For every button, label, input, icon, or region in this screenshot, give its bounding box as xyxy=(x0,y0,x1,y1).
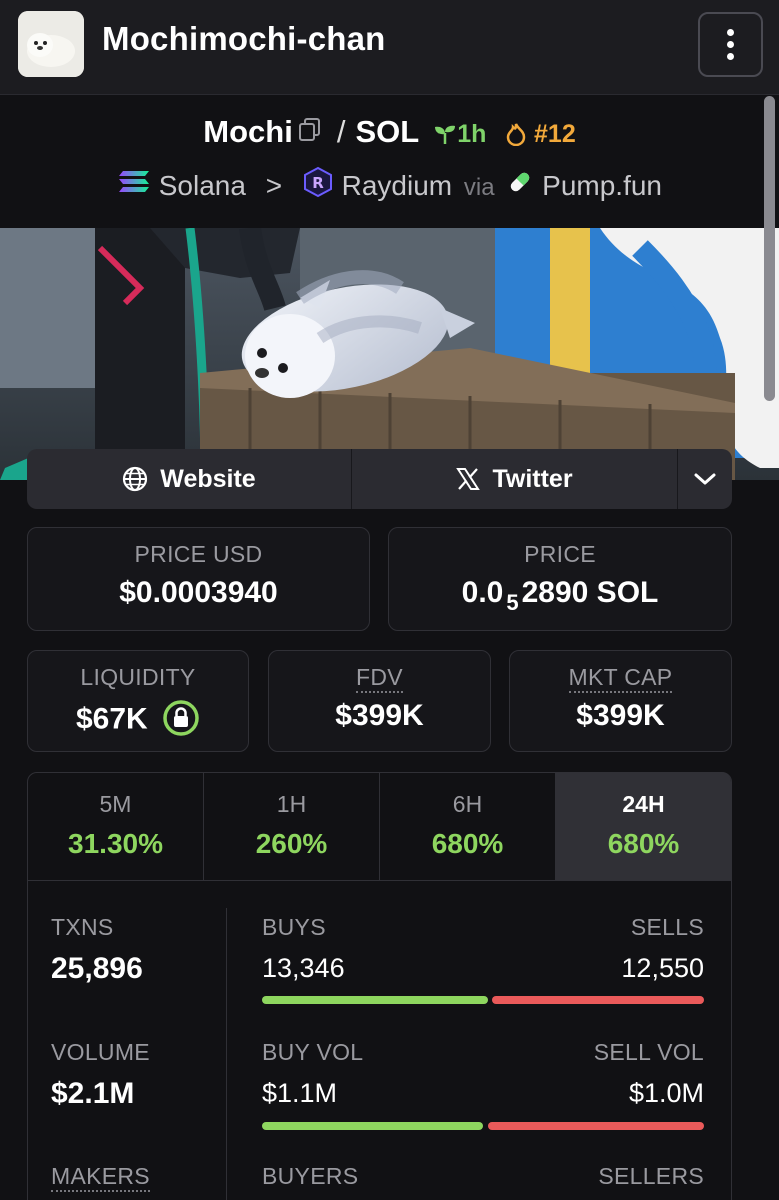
volume-label: VOLUME xyxy=(51,1039,150,1065)
timeframe-label: 5M xyxy=(99,791,132,817)
timeframe-tab-24h[interactable]: 24H 680% xyxy=(556,772,731,880)
sells-value: 12,550 xyxy=(621,953,704,983)
dex-name[interactable]: Raydium xyxy=(342,170,452,201)
chain-name[interactable]: Solana xyxy=(159,170,246,201)
pair-line: Mochi / SOL 1h #12 xyxy=(0,114,779,154)
buyers-label: BUYERS xyxy=(262,1163,359,1189)
timeframe-label: 1H xyxy=(276,791,307,817)
price-sol-card: PRICE 0.0 5 2890 SOL xyxy=(388,527,732,631)
pill-icon xyxy=(506,168,534,203)
page-scrollbar[interactable] xyxy=(764,96,775,401)
sellers-label: SELLERS xyxy=(598,1163,704,1189)
chain-line: Solana > R Raydium via Pump.fun xyxy=(0,166,779,209)
raydium-icon: R xyxy=(302,166,334,205)
price-usd-value: $0.0003940 xyxy=(119,576,278,609)
svg-text:R: R xyxy=(312,174,324,192)
timeframe-change: 680% xyxy=(607,828,680,859)
pair-info: Mochi / SOL 1h #12 Solana > R Raydium via … xyxy=(0,96,779,228)
sprout-icon xyxy=(435,125,456,144)
fdv-card: FDV $399K xyxy=(268,650,491,752)
x-logo-icon xyxy=(456,468,481,490)
via-label: via xyxy=(463,173,495,201)
liquidity-card: LIQUIDITY $67K xyxy=(27,650,249,752)
market-cap-label[interactable]: MKT CAP xyxy=(568,664,673,693)
market-cap-card: MKT CAP $399K xyxy=(509,650,732,752)
launchpad-name[interactable]: Pump.fun xyxy=(542,170,662,201)
buys-value: 13,346 xyxy=(262,953,345,983)
timeframe-change: 260% xyxy=(255,828,328,859)
fdv-value: $399K xyxy=(335,699,424,732)
buy-volume-value: $1.1M xyxy=(262,1078,338,1108)
liquidity-label: LIQUIDITY xyxy=(80,664,196,690)
quote-symbol: SOL xyxy=(355,114,419,150)
solana-icon xyxy=(117,168,151,203)
stats-column-divider xyxy=(226,908,227,1200)
social-links-bar: Website Twitter xyxy=(27,449,732,509)
trending-rank: #12 xyxy=(505,120,576,148)
liquidity-value: $67K xyxy=(28,699,248,742)
timeframe-tab-1h[interactable]: 1H 260% xyxy=(204,772,380,880)
price-sol-value: 0.0 5 2890 SOL xyxy=(461,576,659,615)
timeframe-tab-5m[interactable]: 5M 31.30% xyxy=(28,772,204,880)
price-usd-card: PRICE USD $0.0003940 xyxy=(27,527,370,631)
token-avatar xyxy=(18,11,84,77)
txns-value: 25,896 xyxy=(51,952,143,985)
sells-label: SELLS xyxy=(630,914,704,940)
globe-icon xyxy=(123,466,148,492)
chevron-right-icon: > xyxy=(265,169,283,201)
website-button[interactable]: Website xyxy=(27,449,352,509)
price-usd-label: PRICE USD xyxy=(134,541,263,567)
buys-ratio-bar xyxy=(262,996,488,1004)
price-sol-label: PRICE xyxy=(524,541,596,567)
buy-volume-label: BUY VOL xyxy=(262,1039,364,1065)
volume-value: $2.1M xyxy=(51,1077,135,1110)
timeframe-label: 24H xyxy=(622,791,665,817)
makers-label[interactable]: MAKERS xyxy=(51,1163,150,1192)
token-name-title: Mochimochi-chan xyxy=(102,20,386,57)
timeframe-label: 6H xyxy=(452,791,483,817)
lock-icon xyxy=(163,700,199,736)
timeframe-change: 31.30% xyxy=(68,828,163,859)
buy-volume-ratio-bar xyxy=(262,1122,483,1130)
pair-age: 1h xyxy=(433,120,486,148)
pair-separator: / xyxy=(336,114,346,150)
copy-icon[interactable] xyxy=(298,114,321,150)
market-cap-value: $399K xyxy=(576,699,665,732)
app-header: Mochimochi-chan xyxy=(0,0,779,95)
sells-ratio-bar xyxy=(492,996,704,1004)
buys-label: BUYS xyxy=(262,914,326,940)
website-label: Website xyxy=(160,464,256,493)
twitter-button[interactable]: Twitter xyxy=(352,449,678,509)
base-symbol: Mochi xyxy=(203,114,293,150)
stats-divider xyxy=(28,880,731,881)
sell-volume-label: SELL VOL xyxy=(593,1039,704,1065)
fdv-label[interactable]: FDV xyxy=(356,664,403,693)
flame-icon xyxy=(506,123,526,146)
kebab-menu-icon[interactable] xyxy=(698,12,763,77)
token-banner-image xyxy=(0,228,779,480)
chevron-down-icon[interactable] xyxy=(678,449,732,509)
txns-label: TXNS xyxy=(51,914,114,940)
sell-volume-value: $1.0M xyxy=(628,1078,704,1108)
timeframe-change: 680% xyxy=(431,828,504,859)
twitter-label: Twitter xyxy=(492,464,573,493)
sell-volume-ratio-bar xyxy=(488,1122,704,1130)
timeframe-tab-6h[interactable]: 6H 680% xyxy=(380,772,556,880)
